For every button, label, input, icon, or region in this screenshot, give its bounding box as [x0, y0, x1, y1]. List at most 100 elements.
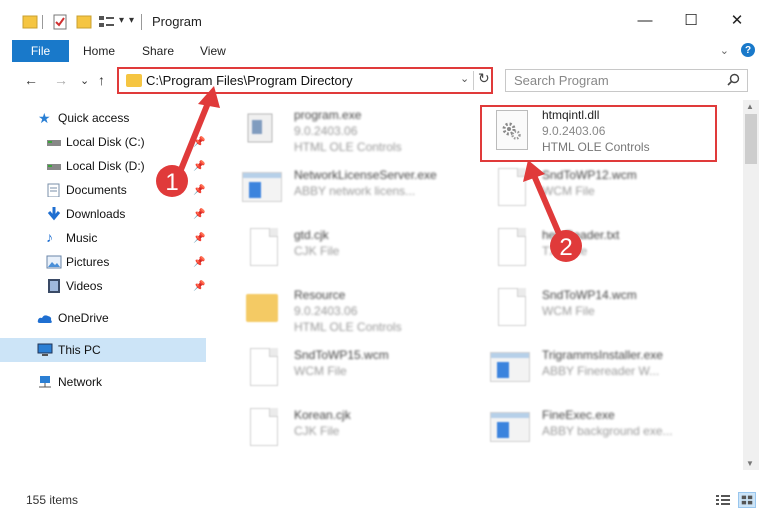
- search-icon[interactable]: [727, 73, 740, 86]
- details-view-icon[interactable]: [714, 492, 732, 508]
- pin-icon: 📌: [193, 184, 206, 196]
- tab-view[interactable]: View: [200, 44, 226, 58]
- expand-ribbon-icon[interactable]: ⌄: [720, 44, 729, 57]
- nav-item-documents[interactable]: Documents 📌: [0, 178, 206, 202]
- file-name: FineExec.exe: [542, 408, 615, 422]
- nav-quick-access[interactable]: ★ Quick access: [0, 106, 206, 130]
- nav-onedrive[interactable]: OneDrive: [0, 306, 206, 330]
- address-path[interactable]: C:\Program Files\Program Directory: [146, 73, 353, 88]
- file-name: SndToWP12.wcm: [542, 168, 637, 182]
- properties-icon[interactable]: [52, 13, 68, 31]
- item-count: 155 items: [26, 493, 79, 507]
- nav-item-local-disk-d[interactable]: Local Disk (D:) 📌: [0, 154, 206, 178]
- nav-item-local-disk-c[interactable]: Local Disk (C:) 📌: [0, 130, 206, 154]
- file-tile[interactable]: TrigrammsInstaller.exe ABBY Finereader W…: [480, 340, 720, 398]
- forward-button[interactable]: →: [54, 72, 68, 88]
- star-icon: ★: [38, 110, 51, 126]
- scroll-thumb[interactable]: [745, 114, 757, 164]
- file-type: WCM File: [294, 364, 347, 378]
- file-description: ABBY Finereader W...: [542, 364, 660, 378]
- file-tile[interactable]: helpReader.txt TXT File: [480, 220, 720, 278]
- pin-icon: 📌: [193, 160, 206, 172]
- pin-icon: 📌: [193, 136, 206, 148]
- nav-label: Videos: [66, 279, 103, 293]
- address-bar[interactable]: C:\Program Files\Program Directory ⌄ ↻: [117, 67, 493, 94]
- nav-item-videos[interactable]: Videos 📌: [0, 274, 206, 298]
- computer-icon: [37, 343, 53, 356]
- chevron-down-icon[interactable]: ⌄: [460, 72, 469, 85]
- file-type: WCM File: [542, 184, 595, 198]
- tab-share[interactable]: Share: [142, 44, 174, 58]
- nav-item-music[interactable]: ♪ Music 📌: [0, 226, 206, 250]
- nav-network[interactable]: Network: [0, 370, 206, 394]
- file-tile[interactable]: program.exe 9.0.2403.06 HTML OLE Control…: [232, 100, 472, 158]
- file-tile[interactable]: SndToWP14.wcm WCM File: [480, 280, 720, 338]
- tab-file[interactable]: File: [12, 40, 69, 62]
- file-description: HTML OLE Controls: [294, 140, 402, 154]
- file-tile[interactable]: SndToWP15.wcm WCM File: [232, 340, 472, 398]
- search-placeholder: Search Program: [514, 73, 609, 88]
- search-input[interactable]: Search Program: [505, 69, 748, 92]
- nav-label: Music: [66, 231, 98, 245]
- file-version: 9.0.2403.06: [294, 124, 358, 138]
- quick-access-dropdown-icon[interactable]: ▾: [119, 15, 124, 33]
- app-icon: [240, 166, 282, 212]
- nav-label: Local Disk (D:): [66, 159, 145, 173]
- file-type: TXT File: [542, 244, 588, 258]
- new-folder-icon[interactable]: [76, 13, 92, 31]
- file-description: HTML OLE Controls: [294, 320, 402, 334]
- document-icon: [240, 226, 282, 272]
- folder-icon: [22, 15, 38, 29]
- file-tile[interactable]: FineExec.exe ABBY background exe...: [480, 400, 720, 458]
- file-name: helpReader.txt: [542, 228, 620, 242]
- document-icon: [488, 286, 530, 332]
- minimize-button[interactable]: —: [622, 0, 668, 40]
- nav-label: Quick access: [58, 111, 130, 125]
- nav-this-pc[interactable]: This PC: [0, 338, 206, 362]
- file-description: ABBY background exe...: [542, 424, 673, 438]
- file-tile[interactable]: Korean.cjk CJK File: [232, 400, 472, 458]
- help-icon[interactable]: ?: [741, 43, 755, 57]
- divider: [473, 71, 474, 90]
- recent-locations-button[interactable]: ⌄: [80, 74, 89, 87]
- folder-icon: [240, 286, 282, 332]
- file-tile[interactable]: Resource 9.0.2403.06 HTML OLE Controls: [232, 280, 472, 338]
- videos-icon: [48, 279, 60, 293]
- address-row: ← → ⌄ ↑ C:\Program Files\Program Directo…: [0, 66, 769, 96]
- close-button[interactable]: ✕: [714, 0, 760, 40]
- file-type: WCM File: [542, 304, 595, 318]
- scroll-down-icon[interactable]: ▼: [746, 459, 754, 468]
- pin-icon: 📌: [193, 280, 206, 292]
- file-description: ABBY network licens...: [294, 184, 416, 198]
- file-name: Resource: [294, 288, 346, 302]
- customize-toolbar-icon[interactable]: [98, 13, 116, 31]
- nav-item-downloads[interactable]: Downloads 📌: [0, 202, 206, 226]
- network-icon: [39, 376, 51, 388]
- document-icon: [240, 406, 282, 452]
- pin-icon: 📌: [193, 208, 206, 220]
- nav-label: Documents: [66, 183, 127, 197]
- documents-icon: [47, 183, 60, 197]
- file-name: Korean.cjk: [294, 408, 351, 422]
- tab-home[interactable]: Home: [83, 44, 115, 58]
- separator: [42, 15, 43, 29]
- pictures-icon: [46, 255, 62, 269]
- file-tile[interactable]: NetworkLicenseServer.exe ABBY network li…: [232, 160, 472, 218]
- up-button[interactable]: ↑: [98, 72, 105, 88]
- file-name: NetworkLicenseServer.exe: [294, 168, 437, 182]
- maximize-button[interactable]: ☐: [668, 0, 714, 40]
- window-title: Program: [152, 14, 202, 29]
- large-icons-view-icon[interactable]: [738, 492, 756, 508]
- scroll-up-icon[interactable]: ▲: [746, 102, 754, 111]
- file-tile[interactable]: gtd.cjk CJK File: [232, 220, 472, 278]
- refresh-icon[interactable]: ↻: [478, 70, 490, 87]
- nav-label: This PC: [58, 343, 101, 357]
- vertical-scrollbar[interactable]: ▲ ▼: [743, 100, 759, 470]
- nav-item-pictures[interactable]: Pictures 📌: [0, 250, 206, 274]
- file-tile[interactable]: SndToWP12.wcm WCM File: [480, 160, 720, 218]
- chevron-down-icon[interactable]: ▾: [129, 15, 134, 33]
- status-bar: 155 items: [0, 490, 769, 512]
- app-icon: [488, 406, 530, 452]
- navigation-pane: ★ Quick access Local Disk (C:) 📌 Local D…: [0, 100, 208, 480]
- back-button[interactable]: ←: [24, 72, 38, 88]
